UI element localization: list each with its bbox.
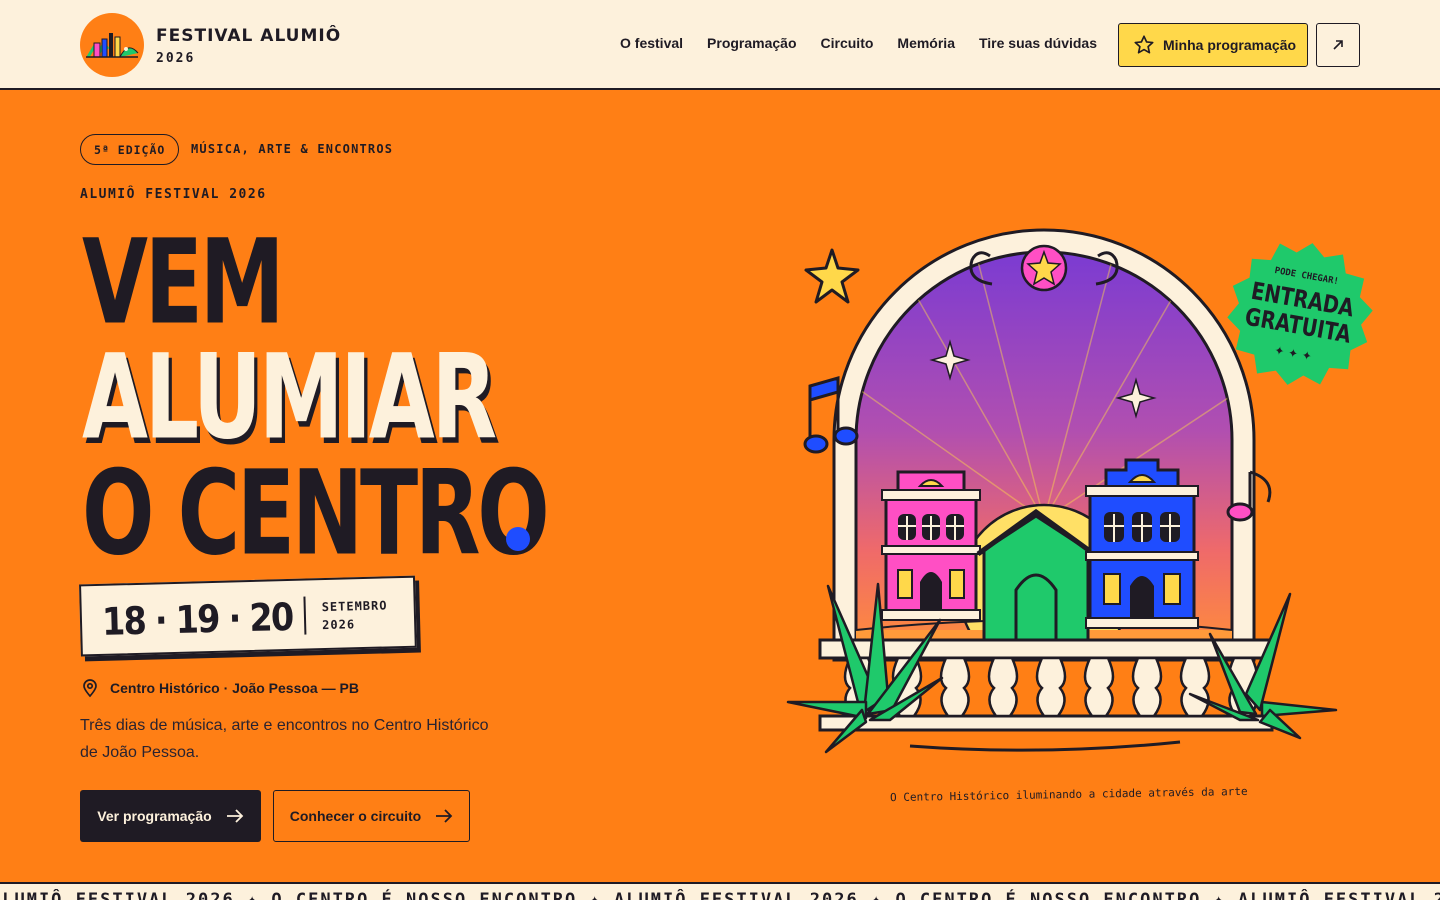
ticker-item: O CENTRO É NOSSO ENCONTRO (271, 890, 578, 900)
ticker-item: ALUMIÔ FESTIVAL 2026 (614, 890, 859, 900)
star-icon (1134, 35, 1154, 54)
hero-description: Três dias de música, arte e encontros no… (80, 717, 489, 761)
dates-divider (303, 596, 307, 635)
dates-month: SETEMBRO (321, 598, 388, 615)
ticker-separator: ✦ (234, 890, 272, 900)
ticker-item: O CENTRO É NOSSO ENCONTRO (895, 890, 1202, 900)
yellow-star-icon (804, 248, 860, 304)
headline-line-1: VEM (82, 213, 285, 351)
circuit-button[interactable]: Conhecer o circuito (273, 790, 470, 842)
dates-year: 2026 (322, 617, 356, 633)
dates-month-year: SETEMBRO 2026 (321, 596, 388, 634)
nav-duvidas[interactable]: Tire suas dúvidas (979, 35, 1097, 51)
ticker-separator: ✦ (858, 890, 896, 900)
view-schedule-label: Ver programação (97, 808, 212, 824)
view-schedule-button[interactable]: Ver programação (80, 790, 261, 842)
external-link-button[interactable] (1316, 23, 1360, 67)
brand-year: 2026 (156, 51, 196, 66)
ticker-item: ALUMIÔ FESTIVAL 2026 (1238, 890, 1440, 900)
hero-tagline: MÚSICA, ARTE & ENCONTROS (191, 142, 394, 156)
arrow-right-icon (226, 809, 243, 823)
my-schedule-label: Minha programação (1163, 37, 1297, 53)
marquee-ticker: ALUMIÔ FESTIVAL 2026 ✦ O CENTRO É NOSSO … (0, 882, 1440, 900)
ticker-item: ALUMIÔ FESTIVAL 2026 (0, 890, 235, 900)
main-nav: O festival Programação Circuito Memória … (620, 35, 1097, 51)
headline-line-2: ALUMIAR (82, 328, 497, 466)
nav-memoria[interactable]: Memória (897, 35, 955, 51)
circuit-label: Conhecer o circuito (289, 808, 422, 824)
blue-house (1085, 458, 1199, 629)
nav-circuito[interactable]: Circuito (821, 35, 874, 51)
dates-card: 18 · 19 · 20 SETEMBRO 2026 (79, 575, 421, 663)
ticker-separator: ✦ (1201, 890, 1239, 900)
ticker-separator: ✦ (577, 890, 615, 900)
headline-line-3: O CENTRO (82, 444, 550, 582)
brand-name[interactable]: FESTIVAL ALUMIÔ (156, 26, 341, 46)
edition-badge: 5ª EDIÇÃO (80, 134, 180, 165)
location: Centro Histórico · João Pessoa — PB (80, 678, 359, 698)
hero-section: 5ª EDIÇÃO MÚSICA, ARTE & ENCONTROS ALUMI… (0, 90, 1440, 882)
site-header: FESTIVAL ALUMIÔ 2026 O festival Programa… (0, 0, 1440, 90)
logo-icon[interactable] (80, 13, 144, 77)
nav-programacao[interactable]: Programação (707, 35, 796, 51)
nav-o-festival[interactable]: O festival (620, 35, 683, 51)
hero-illustration: PODE CHEGAR! ENTRADA GRATUITA ✦ ✦ ✦ (786, 228, 1373, 754)
arrow-up-right-icon (1333, 40, 1343, 50)
hero-kicker: ALUMIÔ FESTIVAL 2026 (80, 187, 267, 202)
festival-dates: 18 · 19 · 20 (101, 594, 294, 644)
headline-period-dot (506, 527, 530, 551)
arrow-right-icon (436, 809, 453, 823)
pink-house (881, 470, 981, 621)
marquee-track: ALUMIÔ FESTIVAL 2026 ✦ O CENTRO É NOSSO … (0, 890, 1440, 900)
location-label: Centro Histórico · João Pessoa — PB (110, 680, 359, 696)
map-pin-icon (83, 679, 97, 698)
dates-card-face: 18 · 19 · 20 SETEMBRO 2026 (79, 575, 417, 657)
my-schedule-button[interactable]: Minha programação (1118, 23, 1308, 67)
